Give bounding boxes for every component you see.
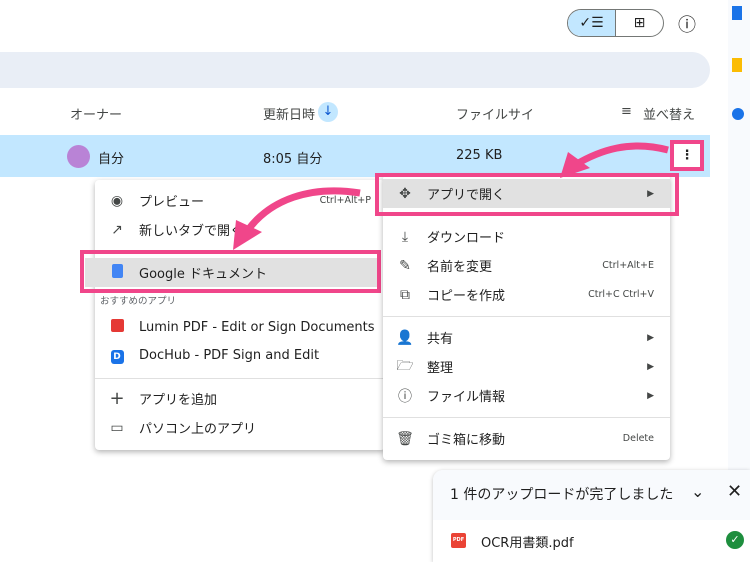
upload-panel: 1 件のアップロードが完了しました ⌄ ✕ PDF OCR用書類.pdf ✓	[433, 470, 750, 562]
uploaded-file-name[interactable]: OCR用書類.pdf	[481, 532, 574, 551]
close-icon[interactable]: ✕	[727, 481, 742, 502]
pdf-icon: PDF	[451, 533, 466, 548]
check-circle-icon: ✓	[726, 531, 744, 549]
arrow-to-open-with	[573, 142, 669, 169]
collapse-chevron-icon[interactable]: ⌄	[691, 482, 704, 501]
arrow-to-google-docs	[245, 187, 361, 233]
upload-status-title: 1 件のアップロードが完了しました	[450, 487, 674, 503]
arrow-head	[233, 220, 262, 250]
